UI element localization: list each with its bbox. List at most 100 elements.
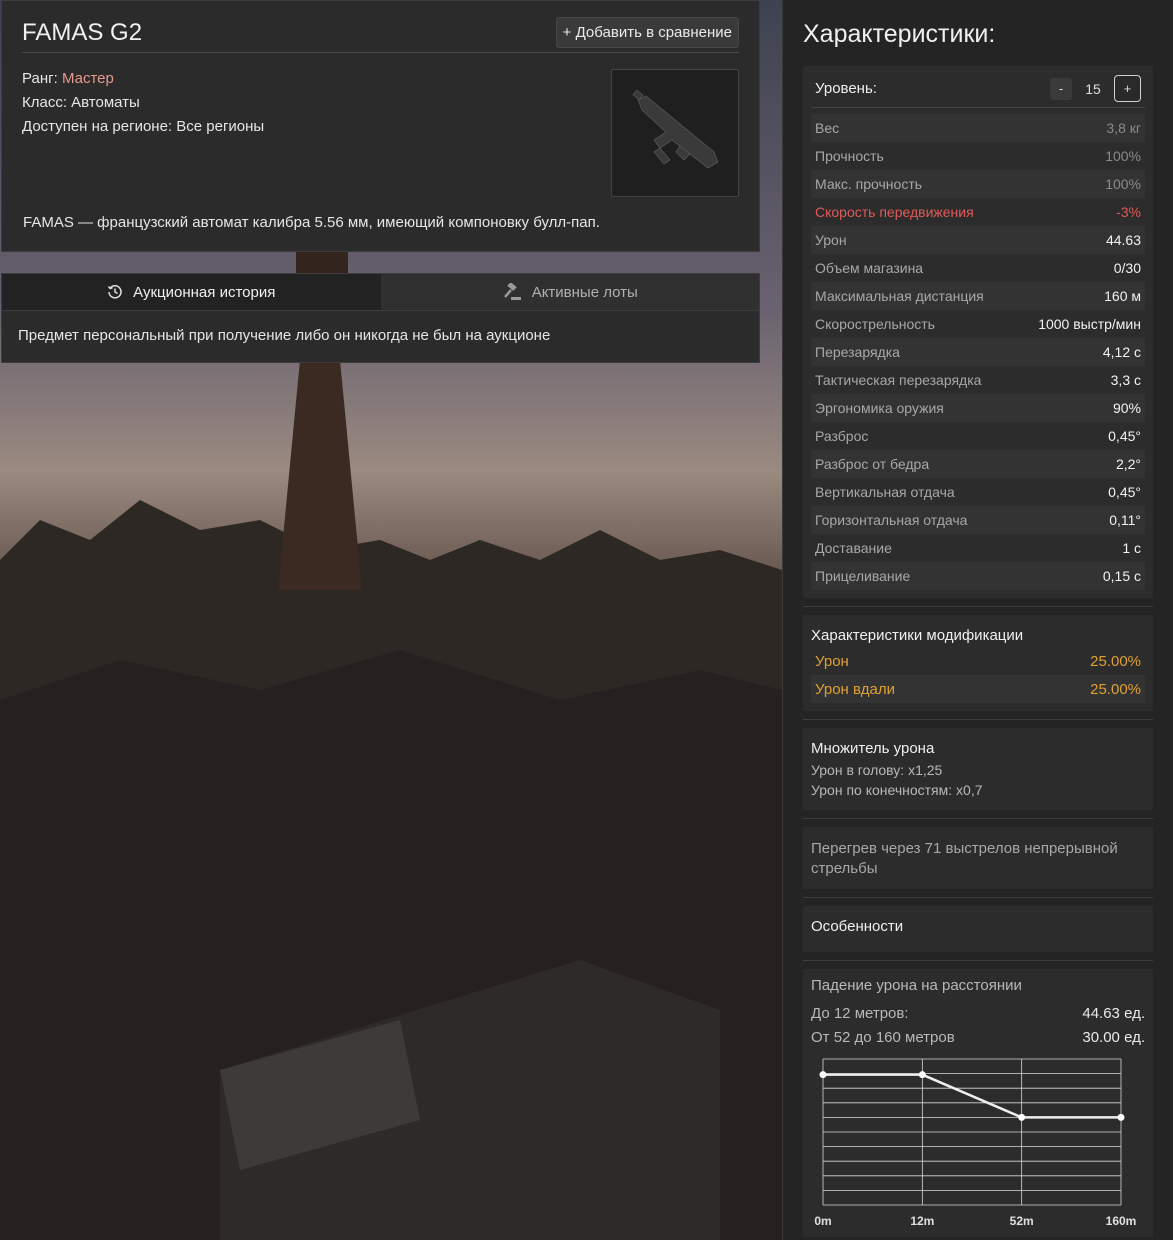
stat-value: 1000 выстр/мин: [1038, 316, 1141, 332]
stat-value: 0,15 с: [1102, 568, 1141, 584]
falloff-near-value: 44.63 ед.: [1082, 1004, 1145, 1022]
x-tick-label: 0m: [814, 1214, 831, 1228]
stat-row: Перезарядка 4,12 с: [811, 338, 1145, 366]
level-control: - 15 +: [1050, 75, 1141, 102]
stat-value: 4,12 с: [1102, 344, 1141, 360]
stat-value: 3,8 кг: [1106, 120, 1141, 136]
add-to-compare-label: Добавить в сравнение: [575, 24, 732, 41]
stat-row: Скорость передвижения -3%: [811, 198, 1145, 226]
rank-value: Мастер: [61, 70, 114, 87]
stat-name: Максимальная дистанция: [815, 288, 984, 304]
stat-name: Прицеливание: [815, 568, 911, 584]
falloff-far-label: От 52 до 160 метров: [811, 1028, 955, 1046]
tab-auction-history[interactable]: Аукционная история: [2, 274, 381, 310]
damage-falloff-section: Падение урона на расстоянии До 12 метров…: [803, 969, 1153, 1237]
head-multiplier: Урон в голову: x1,25: [811, 762, 943, 778]
falloff-line: [823, 1073, 1121, 1119]
features-section: Особенности: [803, 906, 1153, 952]
falloff-chart: 0m 12m 52m 160m: [814, 1058, 1137, 1228]
level-value: 15: [1085, 80, 1101, 97]
falloff-point: [819, 1071, 827, 1079]
stat-value: 100%: [1105, 148, 1141, 164]
plus-icon: +: [562, 24, 572, 41]
stat-row: Прочность 100%: [811, 142, 1145, 170]
falloff-far-row: От 52 до 160 метров 30.00 ед.: [811, 1025, 1145, 1049]
weapon-image: [611, 69, 739, 197]
stat-row: Горизонтальная отдача 0,11°: [811, 506, 1145, 534]
stat-value: 0,45°: [1108, 484, 1141, 500]
stat-value: 44.63: [1105, 232, 1141, 248]
stat-list: Вес 3,8 кг Прочность 100% Макс. прочность 100…: [811, 114, 1145, 590]
level-row: Уровень: - 15 +: [811, 70, 1145, 108]
stat-row: Макс. прочность 100%: [811, 170, 1145, 198]
stat-name: Перезарядка: [815, 344, 900, 360]
stat-row: Эргономика оружия 90%: [811, 394, 1145, 422]
level-label: Уровень:: [815, 80, 877, 97]
overheat-note: Перегрев через 71 выстрелов непрерывной …: [803, 827, 1153, 889]
x-tick-label: 12m: [910, 1214, 934, 1228]
stat-value: -3%: [1116, 204, 1141, 220]
stat-value: 2,2°: [1115, 456, 1141, 472]
mod-row: Урон 25.00%: [811, 647, 1145, 675]
stat-name: Горизонтальная отдача: [815, 512, 968, 528]
item-title-row: FAMAS G2 + Добавить в сравнение: [22, 17, 739, 53]
stat-row: Разброс 0,45°: [811, 422, 1145, 450]
x-tick-label: 160m: [1106, 1214, 1137, 1228]
limbs-multiplier: Урон по конечностям: x0,7: [811, 782, 983, 798]
stat-value: 0,11°: [1109, 512, 1141, 528]
mod-title: Характеристики модификации: [811, 626, 1024, 644]
stat-name: Вертикальная отдача: [815, 484, 955, 500]
auction-message: Предмет персональный при получение либо …: [18, 327, 551, 344]
divider: [803, 606, 1153, 607]
stat-row: Скорострельность 1000 выстр/мин: [811, 310, 1145, 338]
mod-name: Урон: [815, 652, 849, 670]
stat-row: Вертикальная отдача 0,45°: [811, 478, 1145, 506]
divider: [803, 818, 1153, 819]
stats-section: Уровень: - 15 + Вес 3,8 кг Прочность 100% Ма…: [803, 66, 1153, 598]
stat-value: 0,45°: [1108, 428, 1141, 444]
item-description: FAMAS — французский автомат калибра 5.56…: [23, 214, 600, 231]
stat-value: 1 с: [1122, 540, 1141, 556]
stat-row: Объем магазина 0/30: [811, 254, 1145, 282]
falloff-point: [1117, 1113, 1125, 1121]
level-increase-button[interactable]: +: [1114, 75, 1141, 102]
stat-name: Прочность: [815, 148, 884, 164]
stat-row: Разброс от бедра 2,2°: [811, 450, 1145, 478]
rank-label: Ранг:: [22, 70, 58, 87]
gavel-icon: [503, 283, 521, 300]
falloff-point: [918, 1071, 926, 1079]
history-icon: [108, 285, 122, 299]
x-tick-label: 52m: [1010, 1214, 1034, 1228]
stats-panel[interactable]: Характеристики: Уровень: - 15 + Вес 3,8 к…: [782, 0, 1173, 1240]
mod-row: Урон вдали 25.00%: [811, 675, 1145, 703]
auction-card: Аукционная история Активные лоты Предмет…: [1, 273, 760, 363]
item-info-card: FAMAS G2 + Добавить в сравнение Ранг: Ма…: [1, 0, 760, 252]
falloff-title: Падение урона на расстоянии: [811, 977, 1022, 994]
tab-active-lots[interactable]: Активные лоты: [380, 274, 759, 310]
mod-name: Урон вдали: [815, 680, 896, 698]
add-to-compare-button[interactable]: + Добавить в сравнение: [555, 17, 739, 48]
stat-row: Максимальная дистанция 160 м: [811, 282, 1145, 310]
mod-value: 25.00%: [1090, 652, 1141, 670]
falloff-near-row: До 12 метров: 44.63 ед.: [811, 1001, 1145, 1025]
auction-tabs: Аукционная история Активные лоты: [2, 274, 759, 311]
stat-row: Доставание 1 с: [811, 534, 1145, 562]
multiplier-title: Множитель урона: [811, 739, 935, 757]
rifle-icon: [632, 89, 719, 169]
stat-row: Вес 3,8 кг: [811, 114, 1145, 142]
falloff-far-value: 30.00 ед.: [1082, 1028, 1145, 1046]
stat-name: Доставание: [815, 540, 892, 556]
stat-value: 160 м: [1104, 288, 1141, 304]
falloff-point: [1018, 1113, 1026, 1121]
stat-value: 0/30: [1113, 260, 1141, 276]
stat-name: Разброс: [815, 428, 869, 444]
stat-name: Макс. прочность: [815, 176, 923, 192]
stat-name: Урон: [815, 232, 847, 248]
stat-row: Урон 44.63: [811, 226, 1145, 254]
level-decrease-button[interactable]: -: [1050, 77, 1072, 100]
stat-name: Скорость передвижения: [815, 204, 974, 220]
mod-value: 25.00%: [1090, 680, 1141, 698]
mod-list: Урон 25.00% Урон вдали 25.00%: [811, 647, 1145, 703]
stat-row: Прицеливание 0,15 с: [811, 562, 1145, 590]
stat-name: Тактическая перезарядка: [815, 372, 982, 388]
